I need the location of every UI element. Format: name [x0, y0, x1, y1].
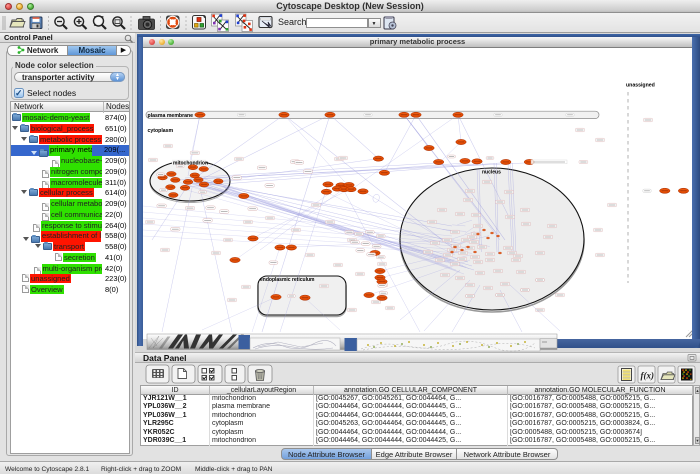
- svg-text:nucleus: nucleus: [482, 170, 501, 176]
- svg-text:plasma membrane: plasma membrane: [148, 113, 194, 119]
- svg-text:f(x): f(x): [641, 371, 655, 381]
- svg-text:endoplasmic reticulum: endoplasmic reticulum: [260, 277, 315, 283]
- svg-text:unassigned: unassigned: [626, 83, 655, 89]
- svg-text:cytoplasm: cytoplasm: [148, 128, 174, 134]
